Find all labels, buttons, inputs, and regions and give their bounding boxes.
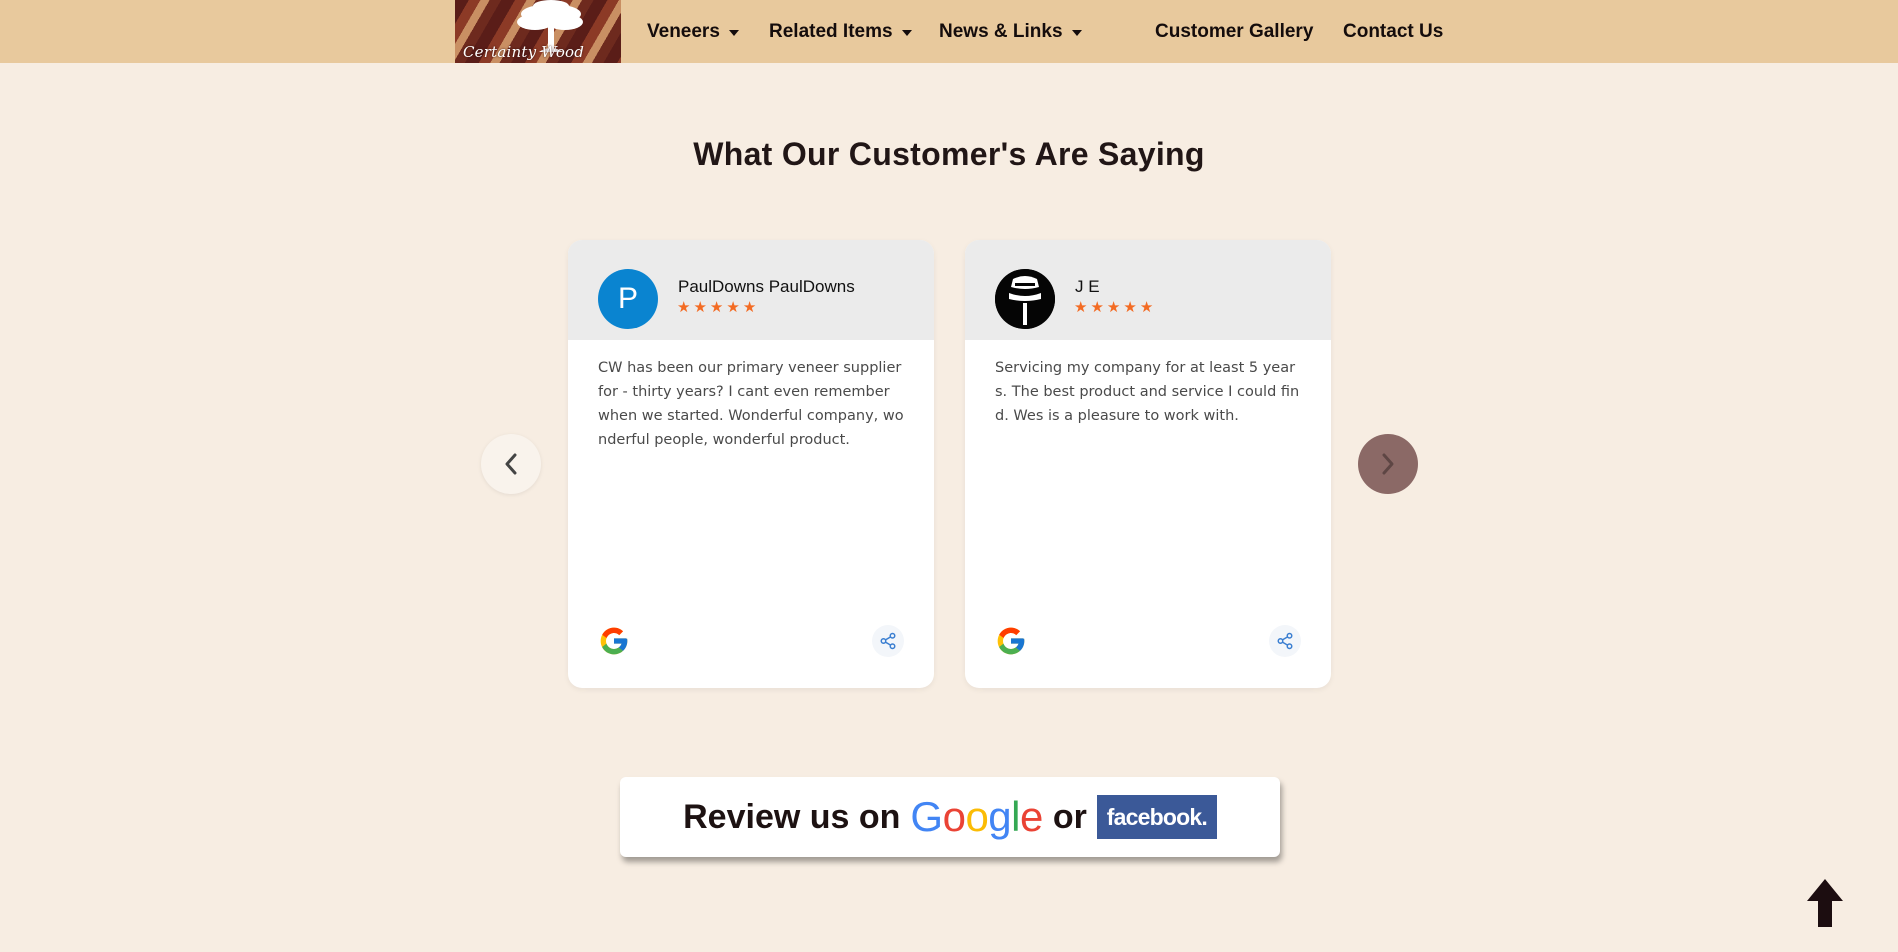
caret-down-icon xyxy=(1071,29,1082,36)
review-card: P PaulDowns PaulDowns ★ ★ ★ ★ ★ CW has b… xyxy=(568,240,934,688)
star-icon: ★ xyxy=(726,299,740,316)
carousel-prev-button[interactable] xyxy=(481,434,541,494)
facebook-logo: facebook. xyxy=(1096,795,1217,839)
star-icon: ★ xyxy=(709,299,724,316)
caret-down-icon xyxy=(901,29,912,36)
review-card: J E ★ ★ ★ ★ ★ Servicing my company for a… xyxy=(965,240,1331,688)
star-icon: ★ xyxy=(1090,299,1104,316)
star-icon: ★ xyxy=(1106,299,1121,316)
nav-label: Related Items xyxy=(769,20,893,42)
nav-label: Customer Gallery xyxy=(1155,20,1314,42)
star-icon: ★ xyxy=(1123,299,1137,316)
nav-label: News & Links xyxy=(939,20,1063,42)
star-icon: ★ xyxy=(1074,299,1088,316)
avatar-photo xyxy=(995,269,1055,329)
logo-text: Certainty Wood xyxy=(463,43,585,61)
top-navbar: Certainty Wood Veneers Related Items New… xyxy=(0,0,1898,63)
site-logo[interactable]: Certainty Wood xyxy=(455,0,621,63)
reviewer-name: PaulDowns PaulDowns xyxy=(678,277,855,296)
nav-label: Contact Us xyxy=(1343,20,1444,42)
nav-item-related-items[interactable]: Related Items xyxy=(769,21,912,43)
caret-down-icon xyxy=(728,29,739,36)
review-card-header: J E ★ ★ ★ ★ ★ xyxy=(965,240,1331,340)
chevron-left-icon xyxy=(505,453,517,475)
nav-item-news-links[interactable]: News & Links xyxy=(939,21,1082,43)
nav-item-customer-gallery[interactable]: Customer Gallery xyxy=(1155,21,1313,43)
review-text: Servicing my company for at least 5 year… xyxy=(995,360,1300,424)
review-us-text: Review us on xyxy=(683,797,901,836)
google-icon xyxy=(997,627,1025,655)
google-wordmark: Google xyxy=(910,793,1043,840)
nav-label: Veneers xyxy=(647,20,720,42)
star-icon: ★ xyxy=(742,299,757,316)
avatar: P xyxy=(598,269,658,329)
share-button[interactable] xyxy=(1269,625,1301,657)
star-icon: ★ xyxy=(677,299,691,316)
testimonials-heading: What Our Customer's Are Saying xyxy=(693,136,1205,172)
facebook-wordmark: facebook. xyxy=(1106,803,1208,830)
nav-item-contact-us[interactable]: Contact Us xyxy=(1343,21,1443,43)
star-icon: ★ xyxy=(693,299,707,316)
review-text: CW has been our primary veneer supplier … xyxy=(598,360,904,448)
star-icon: ★ xyxy=(1139,299,1154,316)
star-rating: ★ ★ ★ ★ ★ xyxy=(677,300,756,315)
review-card-header: P PaulDowns PaulDowns ★ ★ ★ ★ ★ xyxy=(568,240,934,340)
avatar xyxy=(995,269,1055,329)
share-icon xyxy=(880,632,896,650)
reviewer-name: J E xyxy=(1075,277,1100,296)
nav-item-veneers[interactable]: Veneers xyxy=(647,21,739,43)
chevron-right-icon xyxy=(1382,453,1394,475)
carousel-next-button[interactable] xyxy=(1358,434,1418,494)
back-to-top-arrow-icon[interactable] xyxy=(1805,877,1845,929)
share-button[interactable] xyxy=(872,625,904,657)
review-us-banner[interactable]: Review us on Google or facebook. xyxy=(620,777,1280,857)
share-icon xyxy=(1277,632,1293,650)
avatar-letter: P xyxy=(617,282,638,315)
or-text: or xyxy=(1052,797,1087,836)
google-icon xyxy=(600,627,628,655)
star-rating: ★ ★ ★ ★ ★ xyxy=(1074,300,1153,315)
